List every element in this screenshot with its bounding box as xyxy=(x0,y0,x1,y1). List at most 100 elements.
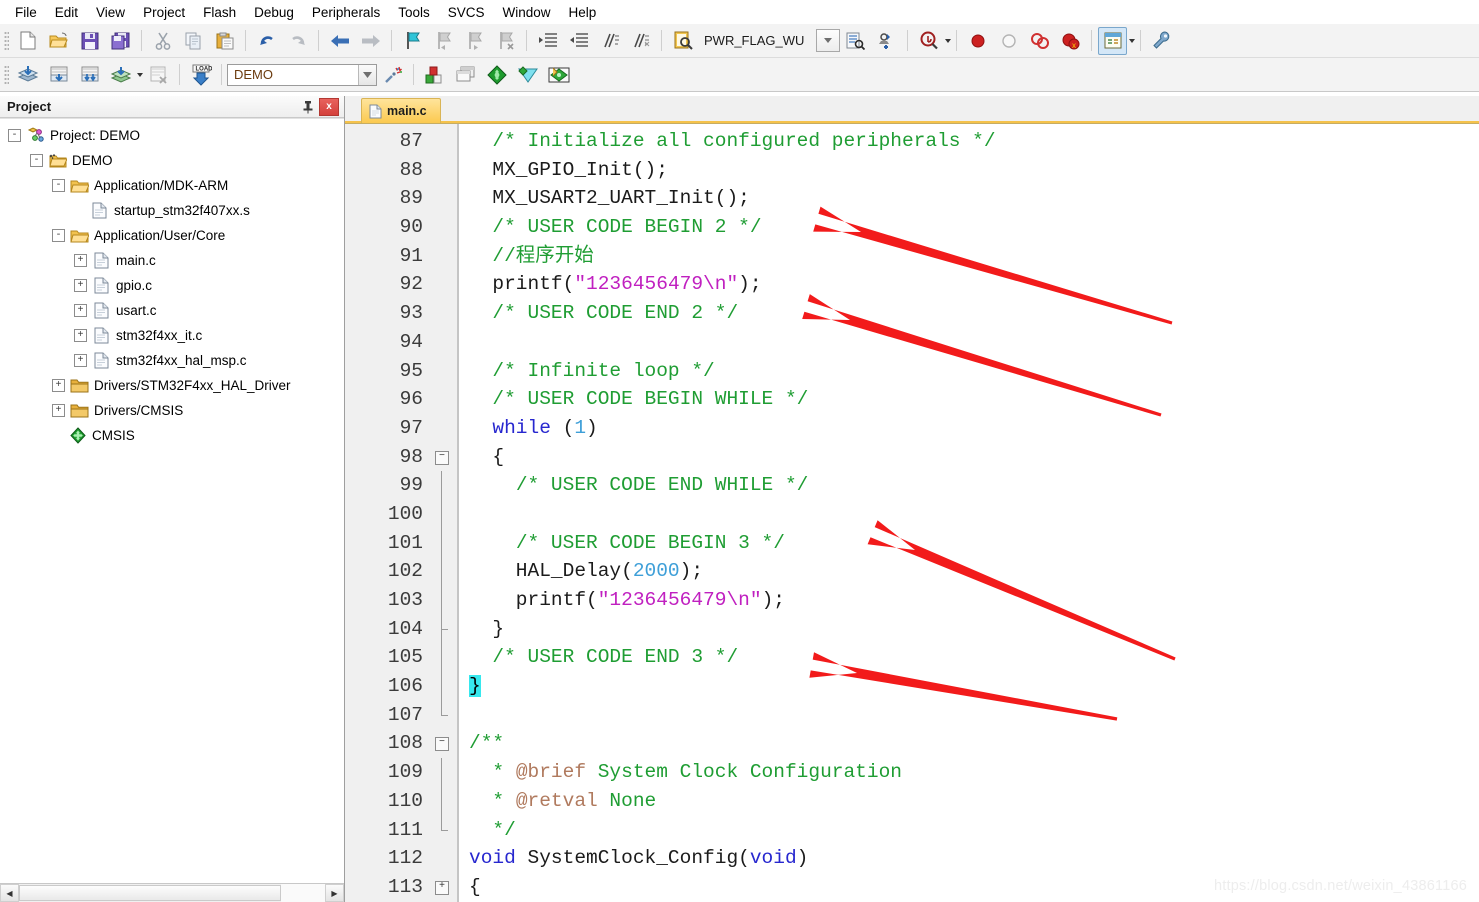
menu-file[interactable]: File xyxy=(6,2,46,23)
manage-windows-icon[interactable] xyxy=(1098,26,1128,55)
bookmark-clear-icon[interactable] xyxy=(491,27,520,55)
menu-debug[interactable]: Debug xyxy=(245,2,303,23)
target-options-icon[interactable] xyxy=(378,61,407,89)
menu-svcs[interactable]: SVCS xyxy=(439,2,494,23)
fold-margin[interactable]: − − + xyxy=(431,124,459,902)
collapse-toggle-icon[interactable]: - xyxy=(30,154,43,167)
pin-icon[interactable] xyxy=(299,98,316,115)
tree-item-drivers-cmsis[interactable]: + Drivers/CMSIS xyxy=(0,398,344,423)
navigate-forward-icon[interactable] xyxy=(356,27,385,55)
tree-item-usart-c[interactable]: + usart.c xyxy=(0,298,344,323)
fold-cell[interactable]: − xyxy=(431,443,457,472)
target-selector[interactable]: DEMO xyxy=(227,63,377,86)
disable-breakpoint-icon[interactable] xyxy=(994,27,1023,55)
undo-icon[interactable] xyxy=(252,27,281,55)
bookmark-prev-icon[interactable] xyxy=(429,27,458,55)
scroll-track[interactable] xyxy=(281,884,325,902)
fold-collapse-icon[interactable]: − xyxy=(435,737,449,752)
open-file-icon[interactable] xyxy=(44,27,73,55)
new-file-icon[interactable] xyxy=(13,27,42,55)
close-icon[interactable]: x xyxy=(319,97,339,116)
kill-all-breakpoints-icon[interactable]: x xyxy=(1056,27,1085,55)
expand-toggle-icon[interactable]: + xyxy=(74,279,87,292)
tree-item-drivers-stm32f4xx-hal-driver[interactable]: + Drivers/STM32F4xx_HAL_Driver xyxy=(0,373,344,398)
scroll-thumb[interactable] xyxy=(19,885,281,901)
tree-item-cmsis[interactable]: CMSIS xyxy=(0,423,344,448)
batch-build-icon[interactable] xyxy=(106,61,135,89)
collapse-toggle-icon[interactable]: - xyxy=(52,179,65,192)
manage-runtime-env-icon[interactable] xyxy=(420,61,449,89)
fold-cell[interactable]: + xyxy=(431,873,457,902)
bookmark-toggle-icon[interactable] xyxy=(398,27,427,55)
bookmark-next-icon[interactable] xyxy=(460,27,489,55)
menu-edit[interactable]: Edit xyxy=(46,2,87,23)
scroll-left-icon[interactable]: ◀ xyxy=(0,884,19,902)
code-text[interactable]: /* Initialize all configured peripherals… xyxy=(459,124,1479,902)
expand-toggle-icon[interactable]: + xyxy=(74,304,87,317)
save-icon[interactable] xyxy=(75,27,104,55)
indent-icon[interactable] xyxy=(533,27,562,55)
cut-icon[interactable] xyxy=(148,27,177,55)
uncomment-icon[interactable] xyxy=(626,27,655,55)
fold-cell[interactable]: − xyxy=(431,729,457,758)
build-icon[interactable] xyxy=(44,61,73,89)
insert-breakpoint-icon[interactable] xyxy=(963,27,992,55)
expand-toggle-icon[interactable]: + xyxy=(74,354,87,367)
code-editor[interactable]: 87 88 89 90 91 92 93 94 95 96 97 98 99 100 101 102 103 10… xyxy=(345,124,1479,902)
expand-toggle-icon[interactable]: + xyxy=(74,329,87,342)
menu-help[interactable]: Help xyxy=(560,2,606,23)
incremental-find-icon[interactable] xyxy=(841,27,870,55)
menu-window[interactable]: Window xyxy=(493,2,559,23)
project-hscrollbar[interactable]: ◀ ▶ xyxy=(0,883,344,902)
outdent-icon[interactable] xyxy=(564,27,593,55)
rebuild-icon[interactable] xyxy=(75,61,104,89)
download-icon[interactable]: LOAD xyxy=(186,61,215,89)
tree-item-application-user-core[interactable]: - Application/User/Core xyxy=(0,223,344,248)
tree-item-demo[interactable]: - DEMO xyxy=(0,148,344,173)
menu-peripherals[interactable]: Peripherals xyxy=(303,2,389,23)
navigate-back-icon[interactable] xyxy=(325,27,354,55)
menu-tools[interactable]: Tools xyxy=(389,2,439,23)
configuration-wizard-icon[interactable] xyxy=(513,61,542,89)
tree-item-startup-stm32f407xx-s[interactable]: startup_stm32f407xx.s xyxy=(0,198,344,223)
menu-flash[interactable]: Flash xyxy=(194,2,245,23)
toolbar-grip[interactable] xyxy=(4,30,9,51)
fold-expand-icon[interactable]: + xyxy=(435,880,449,895)
tree-item-application-mdk-arm[interactable]: - Application/MDK-ARM xyxy=(0,173,344,198)
disable-all-breakpoints-icon[interactable] xyxy=(1025,27,1054,55)
tree-item-stm32f4xx-hal-msp-c[interactable]: + stm32f4xx_hal_msp.c xyxy=(0,348,344,373)
tree-item-gpio-c[interactable]: + gpio.c xyxy=(0,273,344,298)
chevron-down-icon[interactable] xyxy=(1129,38,1136,43)
stop-build-icon[interactable] xyxy=(144,61,173,89)
fold-collapse-icon[interactable]: − xyxy=(435,450,449,465)
save-all-icon[interactable] xyxy=(106,27,135,55)
scroll-right-icon[interactable]: ▶ xyxy=(325,884,344,902)
comment-icon[interactable] xyxy=(595,27,624,55)
chevron-down-icon[interactable] xyxy=(137,72,143,77)
chevron-down-icon[interactable] xyxy=(358,64,376,85)
copy-icon[interactable] xyxy=(179,27,208,55)
pack-installer-icon[interactable] xyxy=(544,61,573,89)
translate-icon[interactable] xyxy=(13,61,42,89)
tree-item-project-demo[interactable]: - Project: DEMO xyxy=(0,123,344,148)
expand-toggle-icon[interactable]: + xyxy=(52,379,65,392)
paste-icon[interactable] xyxy=(210,27,239,55)
find-history-dropdown[interactable] xyxy=(816,29,841,52)
magnifier-dropdown-icon[interactable] xyxy=(914,27,943,55)
find-in-files-icon[interactable] xyxy=(668,27,697,55)
multi-project-icon[interactable] xyxy=(482,61,511,89)
tree-item-main-c[interactable]: + main.c xyxy=(0,248,344,273)
project-tree[interactable]: - Project: DEMO - DEMO - Application/MDK-ARM s… xyxy=(0,118,344,883)
menu-project[interactable]: Project xyxy=(134,2,194,23)
expand-toggle-icon[interactable]: + xyxy=(52,404,65,417)
chevron-down-icon[interactable] xyxy=(945,38,952,43)
new-window-icon[interactable] xyxy=(451,61,480,89)
collapse-toggle-icon[interactable]: - xyxy=(52,229,65,242)
editor-tab-main-c[interactable]: main.c xyxy=(361,98,441,123)
configure-icon[interactable] xyxy=(1147,27,1176,55)
menu-view[interactable]: View xyxy=(87,2,134,23)
redo-icon[interactable] xyxy=(283,27,312,55)
toolbar-grip[interactable] xyxy=(4,64,9,85)
collapse-toggle-icon[interactable]: - xyxy=(8,129,21,142)
browse-symbol-icon[interactable] xyxy=(872,27,901,55)
